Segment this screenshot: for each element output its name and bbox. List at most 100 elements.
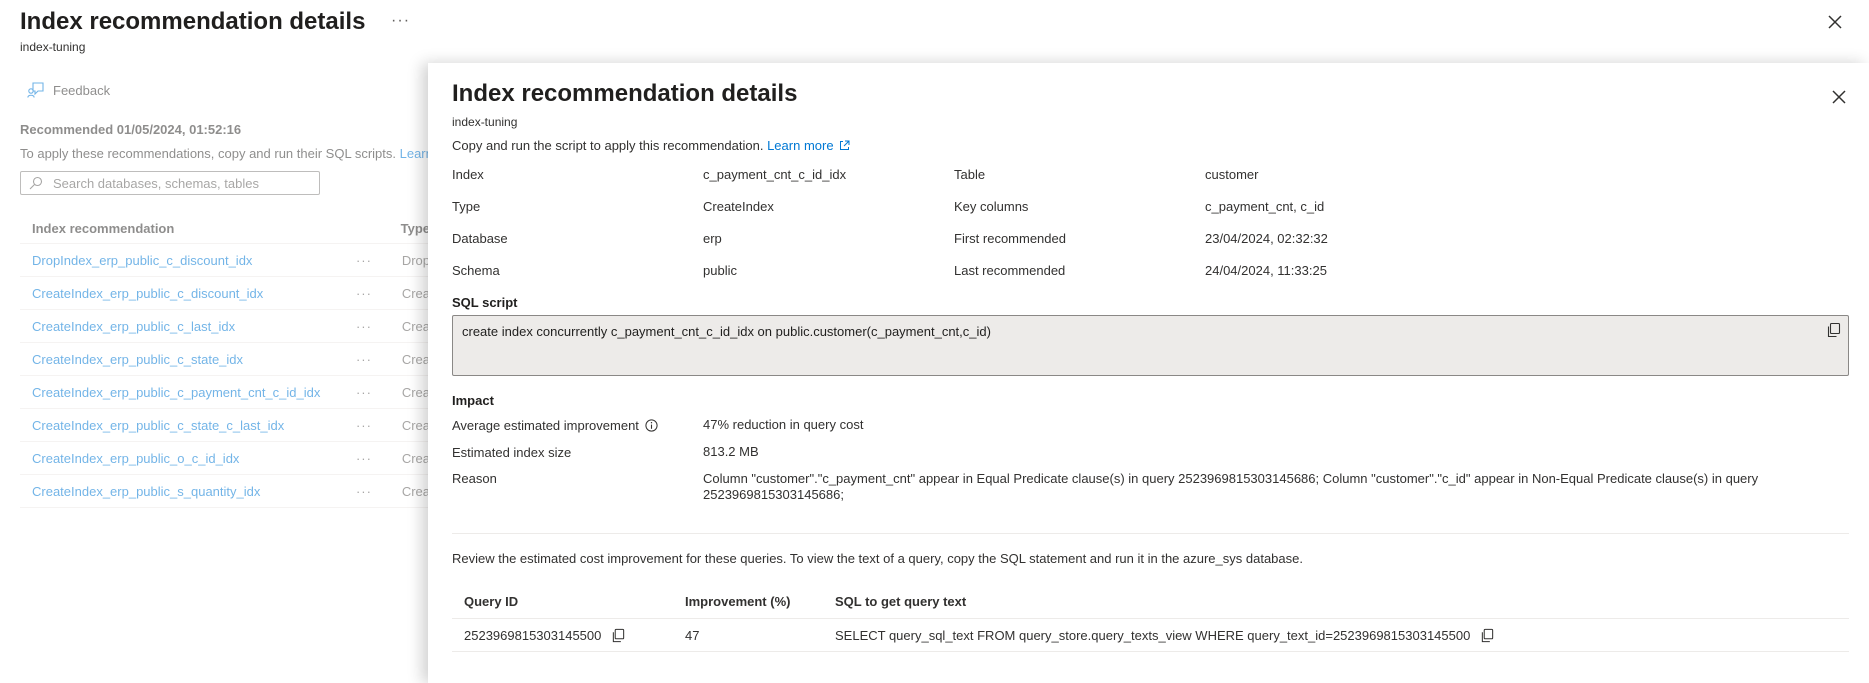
bg-hint: To apply these recommendations, copy and…	[20, 146, 433, 161]
details-row: Schema public Last recommended 24/04/2024, …	[452, 263, 1852, 295]
bg-row-type: Drop	[401, 252, 430, 268]
table-row[interactable]: CreateIndex_erp_public_s_quantity_idx ···…	[20, 475, 430, 508]
bg-header: Index recommendation details ··· index-t…	[20, 8, 410, 54]
feedback-button[interactable]: Feedback	[27, 82, 110, 98]
bg-recommendations-table: Index recommendation Type DropIndex_erp_…	[20, 220, 430, 508]
bg-row-link[interactable]: CreateIndex_erp_public_c_state_c_last_id…	[20, 418, 356, 433]
divider	[452, 533, 1849, 534]
copy-icon[interactable]	[1480, 628, 1495, 643]
copy-instruction-text: Copy and run the script to apply this re…	[452, 138, 764, 153]
bg-page-title: Index recommendation details	[20, 8, 366, 35]
detail-key: Type	[452, 199, 481, 214]
detail-key: Key columns	[954, 199, 1029, 214]
table-row[interactable]: DropIndex_erp_public_c_discount_idx ··· Dr…	[20, 244, 430, 277]
details-row: Database erp First recommended 23/04/2024, …	[452, 231, 1852, 263]
impact-label: Impact	[452, 393, 494, 408]
panel-instructions: Copy and run the script to apply this re…	[452, 138, 850, 153]
row-more-button[interactable]: ···	[356, 385, 402, 400]
sql-script-label: SQL script	[452, 295, 518, 310]
bg-table-header: Index recommendation Type	[20, 220, 430, 244]
query-id-cell: 2523969815303145500	[452, 628, 673, 643]
table-row[interactable]: CreateIndex_erp_public_c_state_c_last_id…	[20, 409, 430, 442]
close-icon[interactable]	[1829, 87, 1849, 107]
detail-key: Database	[452, 231, 508, 246]
bg-hint-text: To apply these recommendations, copy and…	[20, 146, 396, 161]
bg-row-link[interactable]: CreateIndex_erp_public_o_c_id_idx	[20, 451, 356, 466]
detail-value: erp	[703, 231, 722, 246]
bg-row-link[interactable]: CreateIndex_erp_public_c_last_idx	[20, 319, 356, 334]
row-more-button[interactable]: ···	[356, 484, 402, 499]
table-row[interactable]: CreateIndex_erp_public_o_c_id_idx ··· Crea	[20, 442, 430, 475]
detail-value: c_payment_cnt_c_id_idx	[703, 167, 847, 182]
info-icon[interactable]	[645, 418, 658, 432]
detail-value: 23/04/2024, 02:32:32	[1205, 231, 1328, 246]
bg-search-input[interactable]: Search databases, schemas, tables	[20, 171, 320, 195]
table-row[interactable]: CreateIndex_erp_public_c_state_idx ··· Cre…	[20, 343, 430, 376]
queries-table: Query ID Improvement (%) SQL to get quer…	[452, 585, 1849, 652]
reason-label: Reason	[452, 471, 497, 486]
bg-row-link[interactable]: DropIndex_erp_public_c_discount_idx	[20, 253, 356, 268]
row-more-button[interactable]: ···	[356, 418, 402, 433]
detail-value: c_payment_cnt, c_id	[1205, 199, 1325, 214]
queries-table-header: Query ID Improvement (%) SQL to get quer…	[452, 585, 1849, 619]
details-panel: Index recommendation details index-tunin…	[428, 63, 1869, 683]
bg-row-link[interactable]: CreateIndex_erp_public_s_quantity_idx	[20, 484, 356, 499]
detail-value: CreateIndex	[703, 199, 774, 214]
row-more-button[interactable]: ···	[356, 451, 402, 466]
panel-title: Index recommendation details	[452, 80, 798, 107]
learn-more-link[interactable]: Learn more	[767, 138, 850, 153]
col-header-improvement: Improvement (%)	[685, 594, 791, 609]
detail-key: Last recommended	[954, 263, 1066, 278]
detail-value: 24/04/2024, 11:33:25	[1205, 263, 1327, 278]
feedback-label: Feedback	[53, 82, 111, 98]
bg-more-options-button[interactable]: ···	[391, 12, 410, 30]
bg-row-type: Crea	[401, 351, 430, 367]
sql-script-box[interactable]: create index concurrently c_payment_cnt_…	[452, 315, 1849, 376]
copy-icon[interactable]	[1826, 322, 1842, 338]
external-link-icon	[840, 140, 850, 150]
detail-key: Schema	[452, 263, 500, 278]
impact-key: Average estimated improvement	[452, 417, 703, 433]
bg-row-type: Crea	[401, 384, 430, 400]
table-row[interactable]: CreateIndex_erp_public_c_payment_cnt_c_i…	[20, 376, 430, 409]
bg-page-subtitle: index-tuning	[20, 40, 86, 54]
bg-col-header: Type	[400, 221, 430, 236]
bg-row-link[interactable]: CreateIndex_erp_public_c_payment_cnt_c_i…	[20, 385, 356, 400]
avg-improvement-label: Average estimated improvement	[452, 417, 639, 433]
row-more-button[interactable]: ···	[356, 253, 402, 268]
improvement-value: 47	[685, 627, 700, 643]
table-row[interactable]: CreateIndex_erp_public_c_last_idx ··· Crea	[20, 310, 430, 343]
search-icon	[29, 176, 43, 190]
impact-row: Reason Column "customer"."c_payment_cnt"…	[452, 471, 1852, 503]
bg-row-type: Crea	[401, 417, 430, 433]
query-id-value: 2523969815303145500	[464, 627, 602, 643]
row-more-button[interactable]: ···	[356, 319, 402, 334]
impact-row: Average estimated improvement 47% reduct…	[452, 417, 1852, 433]
bg-recommended-label: Recommended 01/05/2024, 01:52:16	[20, 122, 242, 137]
bg-row-link[interactable]: CreateIndex_erp_public_c_state_idx	[20, 352, 356, 367]
bg-row-link[interactable]: CreateIndex_erp_public_c_discount_idx	[20, 286, 356, 301]
row-more-button[interactable]: ···	[356, 286, 402, 301]
index-size-label: Estimated index size	[452, 444, 572, 460]
impact-section: Average estimated improvement 47% reduct…	[452, 417, 1852, 514]
learn-more-label: Learn more	[767, 138, 834, 153]
bg-row-type: Crea	[401, 483, 430, 499]
bg-row-type: Crea	[401, 318, 430, 334]
details-grid: Index c_payment_cnt_c_id_idx Table customer…	[452, 167, 1852, 295]
bg-row-type: Crea	[401, 450, 430, 466]
table-row[interactable]: CreateIndex_erp_public_c_discount_idx ···…	[20, 277, 430, 310]
copy-icon[interactable]	[611, 628, 626, 643]
detail-value: customer	[1205, 167, 1259, 182]
col-header-query-id: Query ID	[464, 594, 519, 609]
row-more-button[interactable]: ···	[356, 352, 402, 367]
details-row: Index c_payment_cnt_c_id_idx Table customer	[452, 167, 1852, 199]
sql-script-text: create index concurrently c_payment_cnt_…	[462, 324, 991, 339]
bg-close-icon[interactable]	[1825, 12, 1845, 32]
table-row: 2523969815303145500 47 SELECT query_sql_…	[452, 619, 1849, 652]
bg-search-placeholder: Search databases, schemas, tables	[53, 175, 259, 191]
detail-key: Index	[452, 167, 484, 182]
index-size-value: 813.2 MB	[703, 444, 759, 459]
details-row: Type CreateIndex Key columns c_payment_cnt,…	[452, 199, 1852, 231]
panel-subtitle: index-tuning	[452, 115, 518, 129]
detail-value: public	[703, 263, 737, 278]
